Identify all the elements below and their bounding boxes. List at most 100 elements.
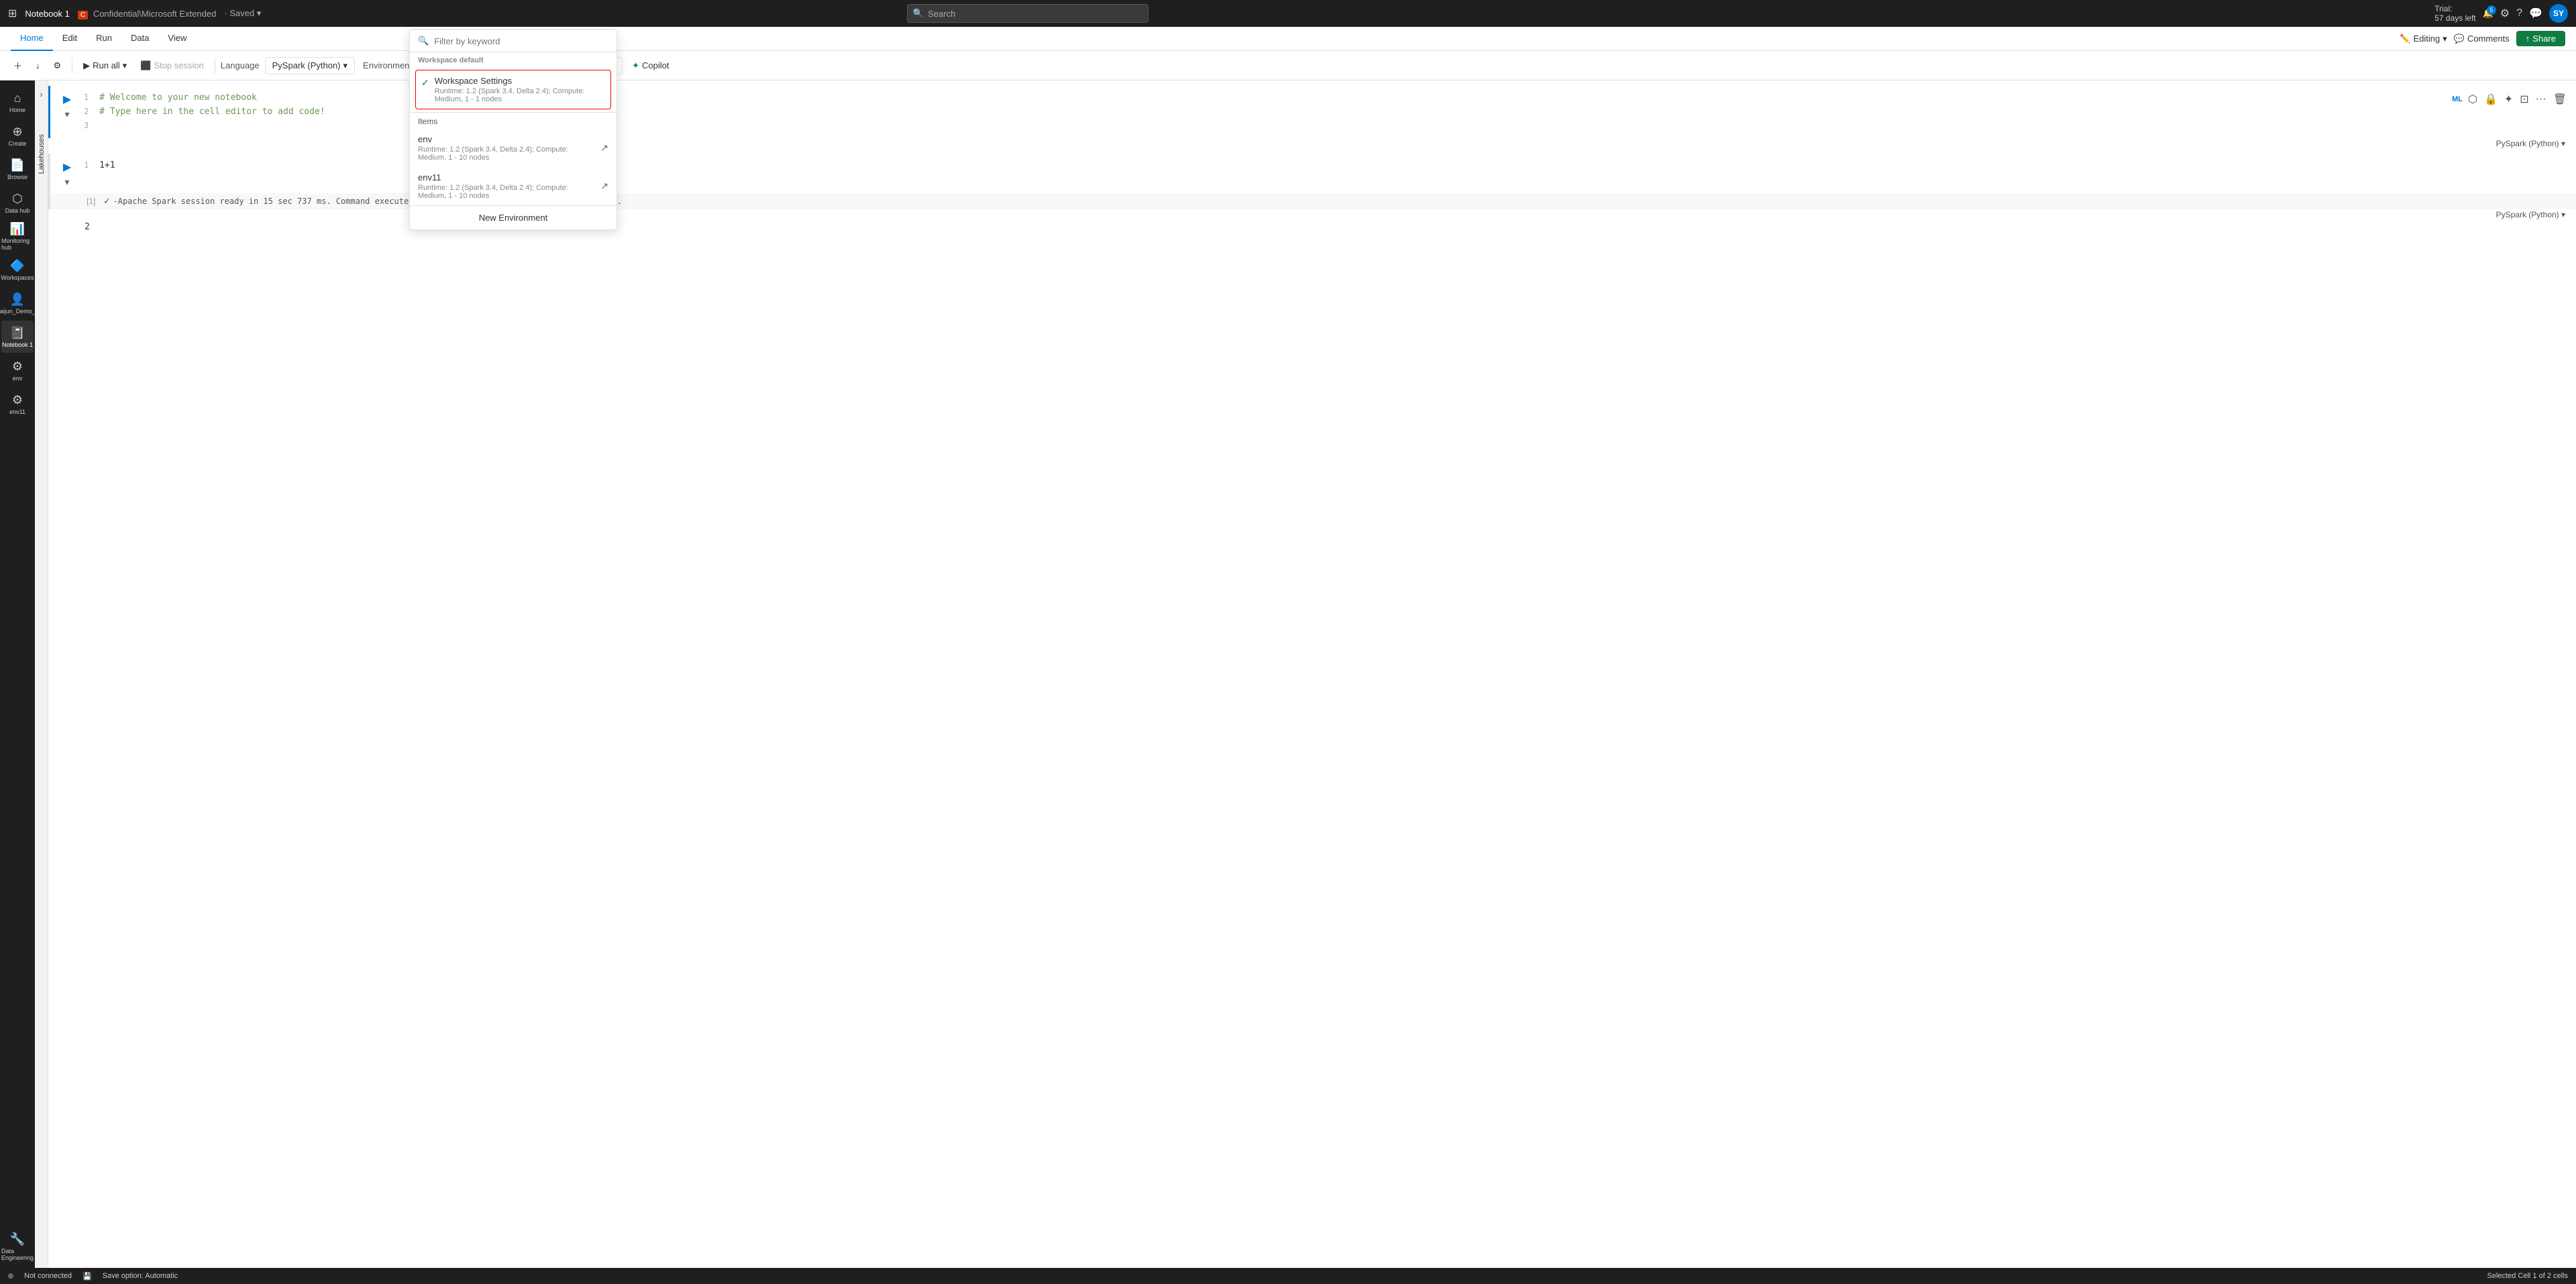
sidebar-item-workspaces[interactable]: 🔷 Workspaces <box>1 254 34 286</box>
check-icon: ✓ <box>421 77 429 89</box>
download-button[interactable]: ↓ <box>30 58 46 73</box>
new-environment-button[interactable]: New Environment <box>410 205 616 229</box>
items-section-label: Items <box>410 112 616 129</box>
stop-icon: ⬛ <box>140 60 151 71</box>
workspace-default-label: Workspace default <box>410 52 616 67</box>
env-dropdown: 🔍 Workspace default ✓ Workspace Settings… <box>409 30 617 230</box>
ml-badge[interactable]: ML <box>2452 95 2463 103</box>
secondary-sidebar: › Lakehouses <box>35 81 48 1268</box>
dropdown-filter-input[interactable] <box>434 36 608 46</box>
monitoring-icon: 📊 <box>10 222 25 236</box>
tab-edit[interactable]: Edit <box>53 27 87 51</box>
status-dot <box>8 1273 13 1279</box>
sidebar-item-monitoring[interactable]: 📊 Monitoring hub <box>1 220 34 252</box>
feedback-icon[interactable]: 💬 <box>2529 7 2542 20</box>
env11-item-desc: Runtime: 1.2 (Spark 3.4, Delta 2.4); Com… <box>418 184 595 200</box>
cell-1-run-button[interactable]: ▶ <box>60 93 74 106</box>
cell-1-lock-icon[interactable]: 🔒 <box>2483 91 2499 107</box>
search-box[interactable]: 🔍 <box>907 4 1148 23</box>
top-bar: ⊞ Notebook 1 C Confidential\Microsoft Ex… <box>0 0 2576 27</box>
env11-item-content: env11 Runtime: 1.2 (Spark 3.4, Delta 2.4… <box>418 172 595 200</box>
output-label: [1] <box>87 197 95 206</box>
cell-1-split-icon[interactable]: ⊡ <box>2518 91 2530 107</box>
search-input[interactable] <box>928 9 1142 19</box>
cell-1-tool-1[interactable]: ⬡ <box>2467 91 2479 107</box>
sidebar-item-browse[interactable]: 📄 Browse <box>1 153 34 185</box>
sidebar-item-env[interactable]: ⚙ env <box>1 354 34 386</box>
copilot-icon: ✦ <box>632 60 639 71</box>
env11-icon: ⚙ <box>12 393 23 407</box>
sidebar-item-create[interactable]: ⊕ Create <box>1 119 34 152</box>
editing-button[interactable]: ✏️ Editing ▾ <box>2400 34 2447 44</box>
notebook-area: ▶ ▾ 1 # Welcome to your new notebook 2 #… <box>48 81 2576 1268</box>
stop-session-button[interactable]: ⬛ Stop session <box>135 58 209 74</box>
sidebar-toggle[interactable]: › <box>37 86 46 102</box>
env-icon: ⚙ <box>12 360 23 374</box>
share-button[interactable]: ↑ Share <box>2516 31 2565 46</box>
env-item-desc: Runtime: 1.2 (Spark 3.4, Delta 2.4); Com… <box>418 146 595 162</box>
trial-text: Trial: 57 days left <box>2434 4 2475 23</box>
sidebar-item-home[interactable]: ⌂ Home <box>1 86 34 118</box>
pencil-icon: ✏️ <box>2400 34 2410 44</box>
datahub-icon: ⬡ <box>12 192 23 206</box>
tab-view[interactable]: View <box>158 27 196 51</box>
comments-button[interactable]: 💬 Comments <box>2454 34 2510 44</box>
settings-toolbar-button[interactable]: ⚙ <box>48 58 67 74</box>
sidebar-item-demo-env[interactable]: 👤 Shuaijun_Demo_Env <box>1 287 34 319</box>
env-item-content: env Runtime: 1.2 (Spark 3.4, Delta 2.4);… <box>418 134 595 162</box>
sidebar-item-datahub[interactable]: ⬡ Data hub <box>1 186 34 219</box>
avatar[interactable]: SY <box>2549 4 2568 23</box>
save-option-text: Save option: Automatic <box>103 1272 178 1280</box>
tab-home[interactable]: Home <box>11 27 53 51</box>
saved-status[interactable]: · Saved ▾ <box>224 8 261 19</box>
workspace-settings-content: Workspace Settings Runtime: 1.2 (Spark 3… <box>435 76 605 103</box>
sidebar-icons: ⌂ Home ⊕ Create 📄 Browse ⬡ Data hub 📊 Mo… <box>0 81 35 1268</box>
gear-icon: ⚙ <box>54 60 62 71</box>
env-item-name: env <box>418 134 595 144</box>
sidebar-item-data-engineering[interactable]: 🔧 Data Engineering <box>1 1230 34 1263</box>
dropdown-search: 🔍 <box>410 30 616 52</box>
workspace-settings-name: Workspace Settings <box>435 76 605 86</box>
env11-open-icon[interactable]: ↗ <box>600 180 608 192</box>
browse-icon: 📄 <box>10 158 25 172</box>
top-bar-right: Trial: 57 days left 🔔 5 ⚙ ? 💬 SY <box>2434 4 2568 23</box>
user-icon: 👤 <box>10 292 25 307</box>
cell-2-run-button[interactable]: ▶ <box>60 160 74 174</box>
run-all-icon: ▶ <box>83 60 90 71</box>
language-caret: ▾ <box>343 60 348 71</box>
workspace-settings-desc: Runtime: 1.2 (Spark 3.4, Delta 2.4); Com… <box>435 87 605 103</box>
cell-1-more-icon[interactable]: ··· <box>2534 92 2548 107</box>
confidential-icon: C <box>78 11 88 19</box>
workspaces-icon: 🔷 <box>10 259 25 273</box>
workspace-settings-item[interactable]: ✓ Workspace Settings Runtime: 1.2 (Spark… <box>415 70 611 109</box>
save-option-icon: 💾 <box>83 1272 92 1281</box>
env11-item[interactable]: env11 Runtime: 1.2 (Spark 3.4, Delta 2.4… <box>410 167 616 205</box>
language-selector[interactable]: PySpark (Python) ▾ <box>265 57 355 74</box>
status-bar: Not connected 💾 Save option: Automatic S… <box>0 1268 2576 1284</box>
add-code-icon: ＋ <box>13 59 22 72</box>
add-code-button[interactable]: ＋ <box>8 56 28 74</box>
sidebar-item-notebook1[interactable]: 📓 Notebook 1 <box>1 321 34 353</box>
env-open-icon[interactable]: ↗ <box>600 142 608 154</box>
download-icon: ↓ <box>36 60 40 70</box>
create-icon: ⊕ <box>12 125 22 139</box>
main-layout: ⌂ Home ⊕ Create 📄 Browse ⬡ Data hub 📊 Mo… <box>0 81 2576 1268</box>
run-all-button[interactable]: ▶ Run all ▾ <box>78 58 132 74</box>
copilot-button[interactable]: ✦ Copilot <box>625 58 676 74</box>
notification-bell[interactable]: 🔔 5 <box>2483 8 2493 19</box>
not-connected-text: Not connected <box>24 1272 72 1280</box>
cell-2-collapse-button[interactable]: ▾ <box>64 176 69 188</box>
env-item[interactable]: env Runtime: 1.2 (Spark 3.4, Delta 2.4);… <box>410 129 616 167</box>
notebook-title: Notebook 1 <box>25 9 70 19</box>
home-icon: ⌂ <box>14 91 21 105</box>
tab-run[interactable]: Run <box>87 27 121 51</box>
settings-icon[interactable]: ⚙ <box>2500 7 2510 20</box>
env11-item-name: env11 <box>418 172 595 182</box>
sidebar-item-env11[interactable]: ⚙ env11 <box>1 388 34 420</box>
cell-1-collapse-button[interactable]: ▾ <box>64 109 69 120</box>
output-check: ✓ <box>103 196 111 206</box>
cell-1-delete-icon[interactable]: 🗑 <box>2552 91 2568 107</box>
help-icon[interactable]: ? <box>2516 7 2522 19</box>
cell-1-sparkle-icon[interactable]: ✦ <box>2503 91 2514 107</box>
tab-data[interactable]: Data <box>121 27 158 51</box>
